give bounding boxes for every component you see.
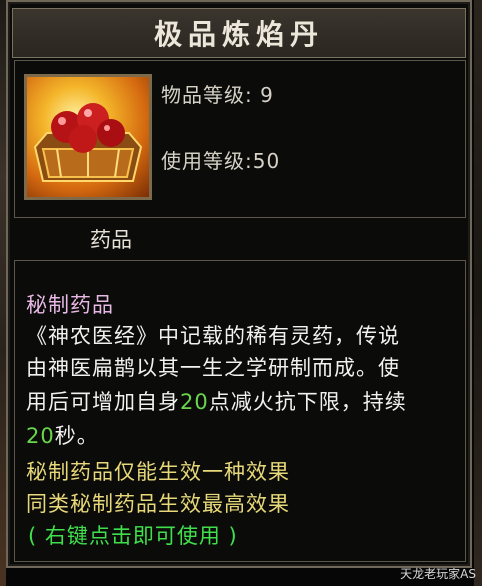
effect-note-2: 同类秘制药品生效最高效果 <box>26 492 290 516</box>
use-level-value: 50 <box>252 149 281 173</box>
use-level-label: 使用等级: <box>161 149 253 173</box>
effect-amount: 20 <box>180 390 209 414</box>
watermark: 天龙老玩家AS <box>400 567 476 581</box>
item-level: 物品等级: 9 <box>161 79 274 108</box>
title-bar: 极品炼焰丹 <box>12 8 466 58</box>
description-line-3-start: 用后可增加自身 <box>26 390 180 414</box>
item-category: 药品 <box>90 228 132 252</box>
item-tooltip: 极品炼焰丹 物品等级: 9 使用等级:50 药品 秘制药品 《神农医经》中记载的… <box>6 0 472 568</box>
description-line-3: 用后可增加自身20点减火抗下限，持续 <box>26 386 407 416</box>
description-line-3-end: 点减火抗下限，持续 <box>208 390 407 414</box>
item-level-label: 物品等级: <box>161 83 253 107</box>
right-background-edge <box>474 0 482 586</box>
description-line-2: 由神医扁鹊以其一生之学研制而成。使 <box>26 356 400 380</box>
item-level-value: 9 <box>260 83 274 107</box>
description-line-4: 20秒。 <box>26 420 99 450</box>
usage-hint: ( 右键点击即可使用 ) <box>28 524 238 548</box>
duration-amount: 20 <box>26 424 55 448</box>
use-level: 使用等级:50 <box>161 145 280 174</box>
red-pill-crate-icon <box>24 74 152 200</box>
description-line-4-end: 秒。 <box>54 424 99 448</box>
description-subtitle: 秘制药品 <box>26 293 114 317</box>
description-line-1: 《神农医经》中记载的稀有灵药，传说 <box>26 324 400 348</box>
effect-note-1: 秘制药品仅能生效一种效果 <box>26 460 290 484</box>
item-name: 极品炼焰丹 <box>153 18 324 51</box>
